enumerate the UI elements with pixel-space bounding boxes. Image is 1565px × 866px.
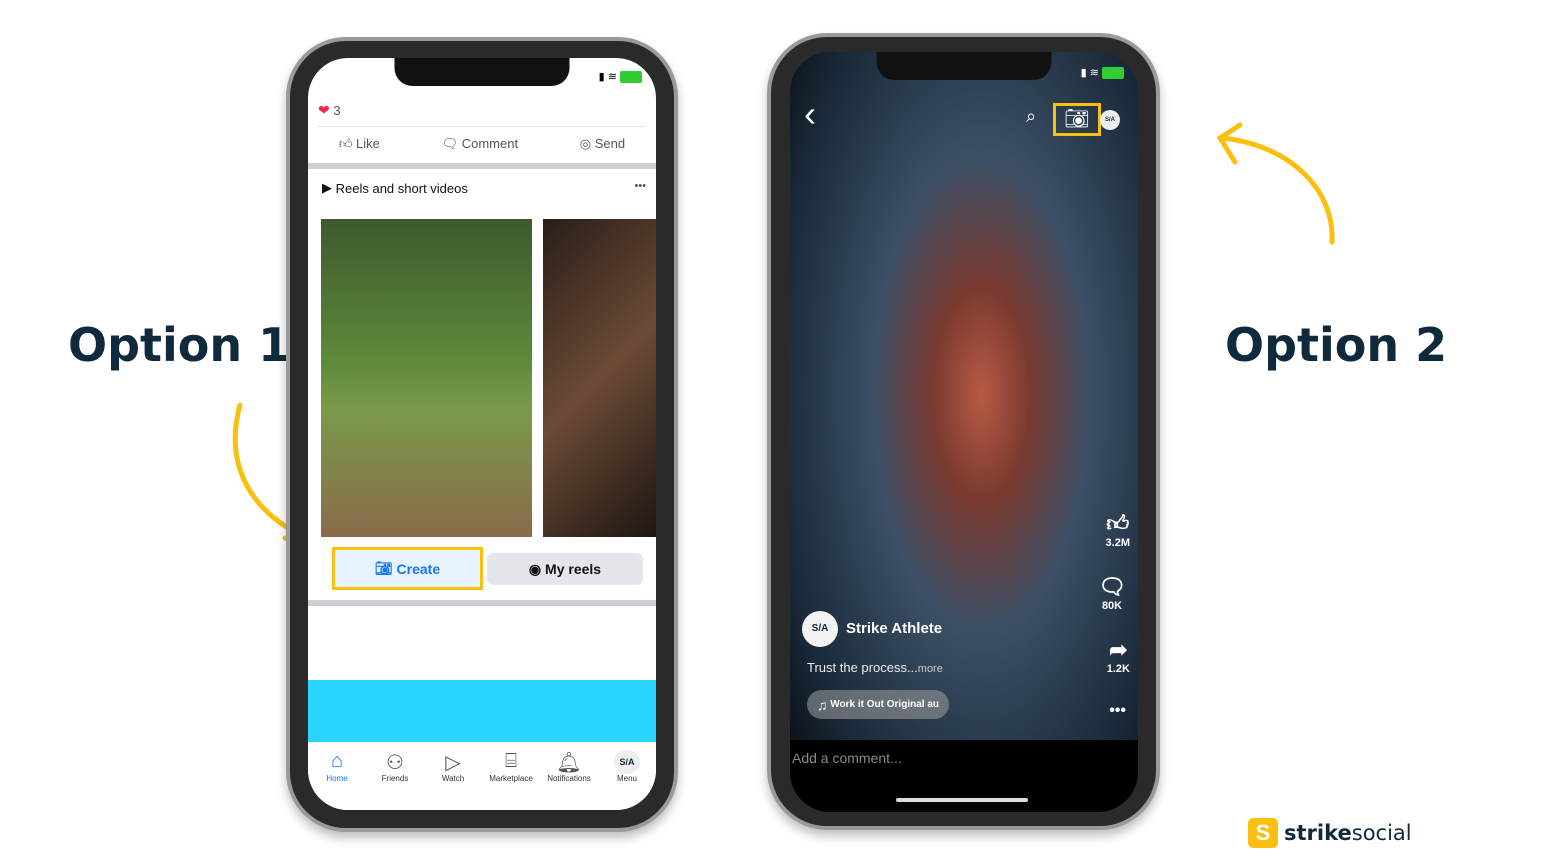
notch [876,52,1052,80]
reels-icon: ▶︎ [322,180,332,195]
nav-notifications[interactable]: 🔔︎ Notifications [541,750,597,810]
store-icon: ⌸ [505,750,517,772]
reel-screen: ▮ ≋ ▬▬ ‹ ⌕ 📷︎ S/A 👍︎ 3.2M 🗨︎ 80K ➦ 1.2K •••… [790,52,1138,812]
more-options-button[interactable]: ••• [634,180,646,192]
camera-button[interactable]: 📷︎ [1053,103,1101,136]
option-2-label: Option 2 [1225,318,1448,372]
comment-button[interactable]: 🗨︎ Comment [442,136,518,152]
phone-facebook: ▮ ≋ ▬▬ ❤ 3 👍︎ Like 🗨︎ Comment ◎ Send ▶︎ … [286,37,678,832]
more-options-button[interactable]: ••• [1109,702,1126,720]
back-button[interactable]: ‹ [804,96,816,132]
music-pill[interactable]: ♫ Work it Out Original au [807,690,949,719]
like-button[interactable]: 👍︎ [1106,510,1129,537]
comment-count: 80K [1101,600,1123,612]
phone-reels: ▮ ≋ ▬▬ ‹ ⌕ 📷︎ S/A 👍︎ 3.2M 🗨︎ 80K ➦ 1.2K •••… [767,33,1160,830]
reel-thumbnail-gym[interactable] [543,219,656,537]
search-icon[interactable]: ⌕ [1026,106,1036,127]
option-1-label: Option 1 [68,318,291,372]
my-reels-label: My reels [545,561,602,577]
camera-icon: 📷︎ [374,560,393,576]
author-avatar[interactable]: S/A [802,611,838,647]
nav-home[interactable]: ⌂ Home [309,750,365,810]
logo-mark-icon: S [1248,818,1278,848]
bell-icon: 🔔︎ [556,752,582,774]
bottom-nav: ⌂ Home ⚇ Friends ▷ Watch ⌸ Marketplace 🔔︎ Not… [308,742,656,810]
comment-input[interactable]: Add a comment... [792,750,902,766]
nav-watch[interactable]: ▷ Watch [425,750,481,810]
profile-circle-icon: ◉ [528,560,542,577]
nav-menu[interactable]: S/A Menu [599,750,655,810]
create-label: Create [396,560,441,577]
share-count: 1.2K [1106,663,1130,675]
comment-label: Comment [461,136,519,151]
friends-icon: ⚇ [386,752,404,774]
nav-marketplace[interactable]: ⌸ Marketplace [483,750,539,810]
menu-avatar: S/A [614,750,640,774]
caption-more-link[interactable]: more [918,663,943,675]
like-label: Like [356,136,380,151]
section-title: Reels and short videos [335,180,468,196]
like-button[interactable]: 👍︎ Like [339,136,380,152]
home-indicator [896,798,1028,802]
caption: Trust the process... [807,660,918,675]
arrow-to-camera-icon [1216,122,1335,245]
home-icon: ⌂ [330,750,344,772]
send-button[interactable]: ◎ Send [580,136,625,152]
music-note-icon: ♫ [817,696,828,713]
share-button[interactable]: ➦ [1109,637,1127,663]
status-icons: ▮ ≋ ▬▬ [1080,67,1124,79]
create-button[interactable]: 📷︎ Create [332,547,483,590]
comment-button[interactable]: 🗨︎ [1098,574,1126,600]
watch-icon: ▷ [445,752,461,774]
profile-avatar[interactable]: S/A [1100,110,1120,130]
author-name[interactable]: Strike Athlete [846,620,942,637]
facebook-screen: ▮ ≋ ▬▬ ❤ 3 👍︎ Like 🗨︎ Comment ◎ Send ▶︎ … [308,58,656,810]
notch [394,58,570,86]
strikesocial-logo: S strikesocial [1248,818,1412,848]
reel-thumbnail-runner[interactable] [321,219,532,537]
ad-banner [308,680,656,742]
like-count: 3.2M [1105,537,1130,549]
love-reaction-icon: ❤ [318,102,330,118]
brand-name-light: social [1351,821,1412,845]
my-reels-button[interactable]: ◉ My reels [487,553,643,585]
status-icons: ▮ ≋ ▬▬ [598,71,642,83]
brand-name-bold: strike [1284,821,1352,845]
reaction-count: 3 [333,103,341,118]
send-label: Send [594,136,626,151]
nav-friends[interactable]: ⚇ Friends [367,750,423,810]
